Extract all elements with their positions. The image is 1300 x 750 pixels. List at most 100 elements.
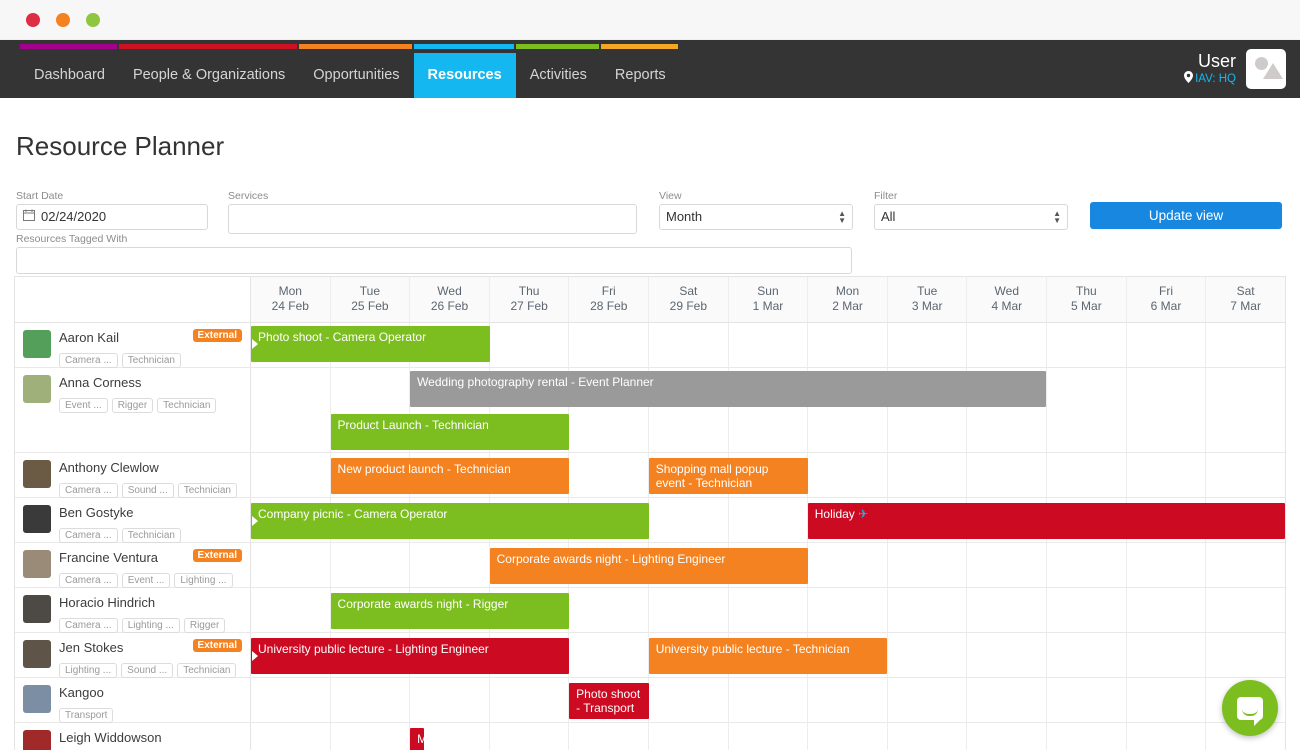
resource-cell[interactable]: Kangoo Transport [15,677,251,723]
grid-cell[interactable] [251,542,331,587]
grid-cell[interactable] [649,322,729,367]
grid-cell[interactable] [1127,322,1207,367]
timeline-lane[interactable]: Wedding photography rental - Event Plann… [251,367,1285,452]
nav-item-reports[interactable]: Reports [601,53,680,98]
grid-cell[interactable] [1206,323,1285,367]
start-date-input[interactable]: 02/24/2020 [16,203,208,230]
grid-cell[interactable] [1127,722,1207,750]
grid-cell[interactable] [569,587,650,632]
timeline-event[interactable]: M e [410,727,425,750]
view-select[interactable]: Month ▲ ▼ [659,203,853,230]
grid-cell[interactable] [649,677,729,722]
grid-cell[interactable] [251,367,331,452]
grid-cell[interactable] [1047,632,1127,677]
grid-cell[interactable] [888,587,968,632]
grid-cell[interactable] [967,677,1048,722]
grid-cell[interactable] [1047,452,1127,497]
update-view-button[interactable]: Update view [1090,201,1282,229]
grid-cell[interactable] [251,677,331,722]
chat-launcher-button[interactable] [1222,680,1278,736]
grid-cell[interactable] [251,452,331,497]
grid-cell[interactable] [490,677,570,722]
grid-cell[interactable] [649,497,729,542]
grid-cell[interactable] [251,587,331,632]
timeline-lane[interactable]: Corporate awards night - Lighting Engine… [251,542,1285,587]
grid-cell[interactable] [569,322,650,367]
grid-cell[interactable] [888,452,968,497]
resource-cell[interactable]: Anna Corness Event ... Rigger Technician [15,367,251,452]
grid-cell[interactable] [649,722,729,750]
nav-item-dashboard[interactable]: Dashboard [20,53,119,98]
grid-cell[interactable] [1206,453,1285,497]
nav-item-activities[interactable]: Activities [516,53,601,98]
timeline-event[interactable]: Product Launch - Technician [330,413,570,450]
timeline-event[interactable]: Photo shoot - Camera Operator [251,325,490,362]
nav-item-opportunities[interactable]: Opportunities [299,53,413,98]
timeline-event[interactable]: Shopping mall popup event - Technician [648,457,808,494]
grid-cell[interactable] [569,632,650,677]
grid-cell[interactable] [729,587,809,632]
grid-cell[interactable] [1127,587,1207,632]
timeline-event[interactable]: University public lecture - Lighting Eng… [251,637,570,674]
grid-cell[interactable] [808,452,888,497]
grid-cell[interactable] [1206,368,1285,452]
grid-cell[interactable] [888,322,968,367]
timeline-lane[interactable]: Photo shoot - Transport [251,677,1285,722]
grid-cell[interactable] [1047,677,1127,722]
timeline-lane[interactable]: New product launch - Technician Shopping … [251,452,1285,497]
window-close-dot[interactable] [26,12,40,27]
window-minimize-dot[interactable] [56,12,70,27]
grid-cell[interactable] [569,722,650,750]
grid-cell[interactable] [1127,542,1207,587]
grid-cell[interactable] [649,587,729,632]
grid-cell[interactable] [967,632,1048,677]
grid-cell[interactable] [967,322,1048,367]
grid-cell[interactable] [967,452,1048,497]
resource-cell[interactable]: Aaron Kail Camera ... Technician External [15,322,251,368]
grid-cell[interactable] [729,677,809,722]
services-input[interactable] [228,203,637,234]
timeline-event[interactable]: Holiday ✈ [807,502,1285,539]
grid-cell[interactable] [1047,542,1127,587]
grid-cell[interactable] [808,322,888,367]
grid-cell[interactable] [1127,632,1207,677]
grid-cell[interactable] [331,542,411,587]
grid-cell[interactable] [967,542,1048,587]
resource-cell[interactable]: Jen Stokes Lighting ... Sound ... Technicia… [15,632,251,678]
grid-cell[interactable] [1047,722,1127,750]
grid-cell[interactable] [1047,367,1127,452]
grid-cell[interactable] [888,632,968,677]
grid-cell[interactable] [251,722,331,750]
grid-cell[interactable] [808,542,888,587]
grid-cell[interactable] [729,497,809,542]
grid-cell[interactable] [729,322,809,367]
resources-tagged-with-input[interactable] [16,246,852,274]
timeline-event[interactable]: Corporate awards night - Rigger [330,592,570,629]
grid-cell[interactable] [1127,677,1207,722]
resource-cell[interactable]: Horacio Hindrich Camera ... Lighting ... Ri… [15,587,251,633]
grid-cell[interactable] [1127,452,1207,497]
grid-cell[interactable] [967,587,1048,632]
avatar[interactable] [1246,49,1286,89]
grid-cell[interactable] [729,722,809,750]
window-maximize-dot[interactable] [86,12,100,27]
timeline-lane[interactable]: Corporate awards night - Rigger [251,587,1285,632]
timeline-event[interactable]: New product launch - Technician [330,457,570,494]
timeline-lane[interactable]: M e [251,722,1285,750]
grid-cell[interactable] [888,677,968,722]
grid-cell[interactable] [888,722,968,750]
grid-cell[interactable] [410,677,490,722]
grid-cell[interactable] [808,677,888,722]
timeline-lane[interactable]: University public lecture - Lighting Eng… [251,632,1285,677]
filter-select[interactable]: All ▲ ▼ [874,203,1068,230]
grid-cell[interactable] [1206,633,1285,677]
nav-item-people-organizations[interactable]: People & Organizations [119,53,299,98]
grid-cell[interactable] [888,542,968,587]
grid-cell[interactable] [1127,367,1207,452]
grid-cell[interactable] [808,722,888,750]
grid-cell[interactable] [1047,587,1127,632]
grid-cell[interactable] [808,587,888,632]
grid-cell[interactable] [490,722,570,750]
grid-cell[interactable] [410,542,490,587]
nav-item-resources[interactable]: Resources [413,53,516,98]
